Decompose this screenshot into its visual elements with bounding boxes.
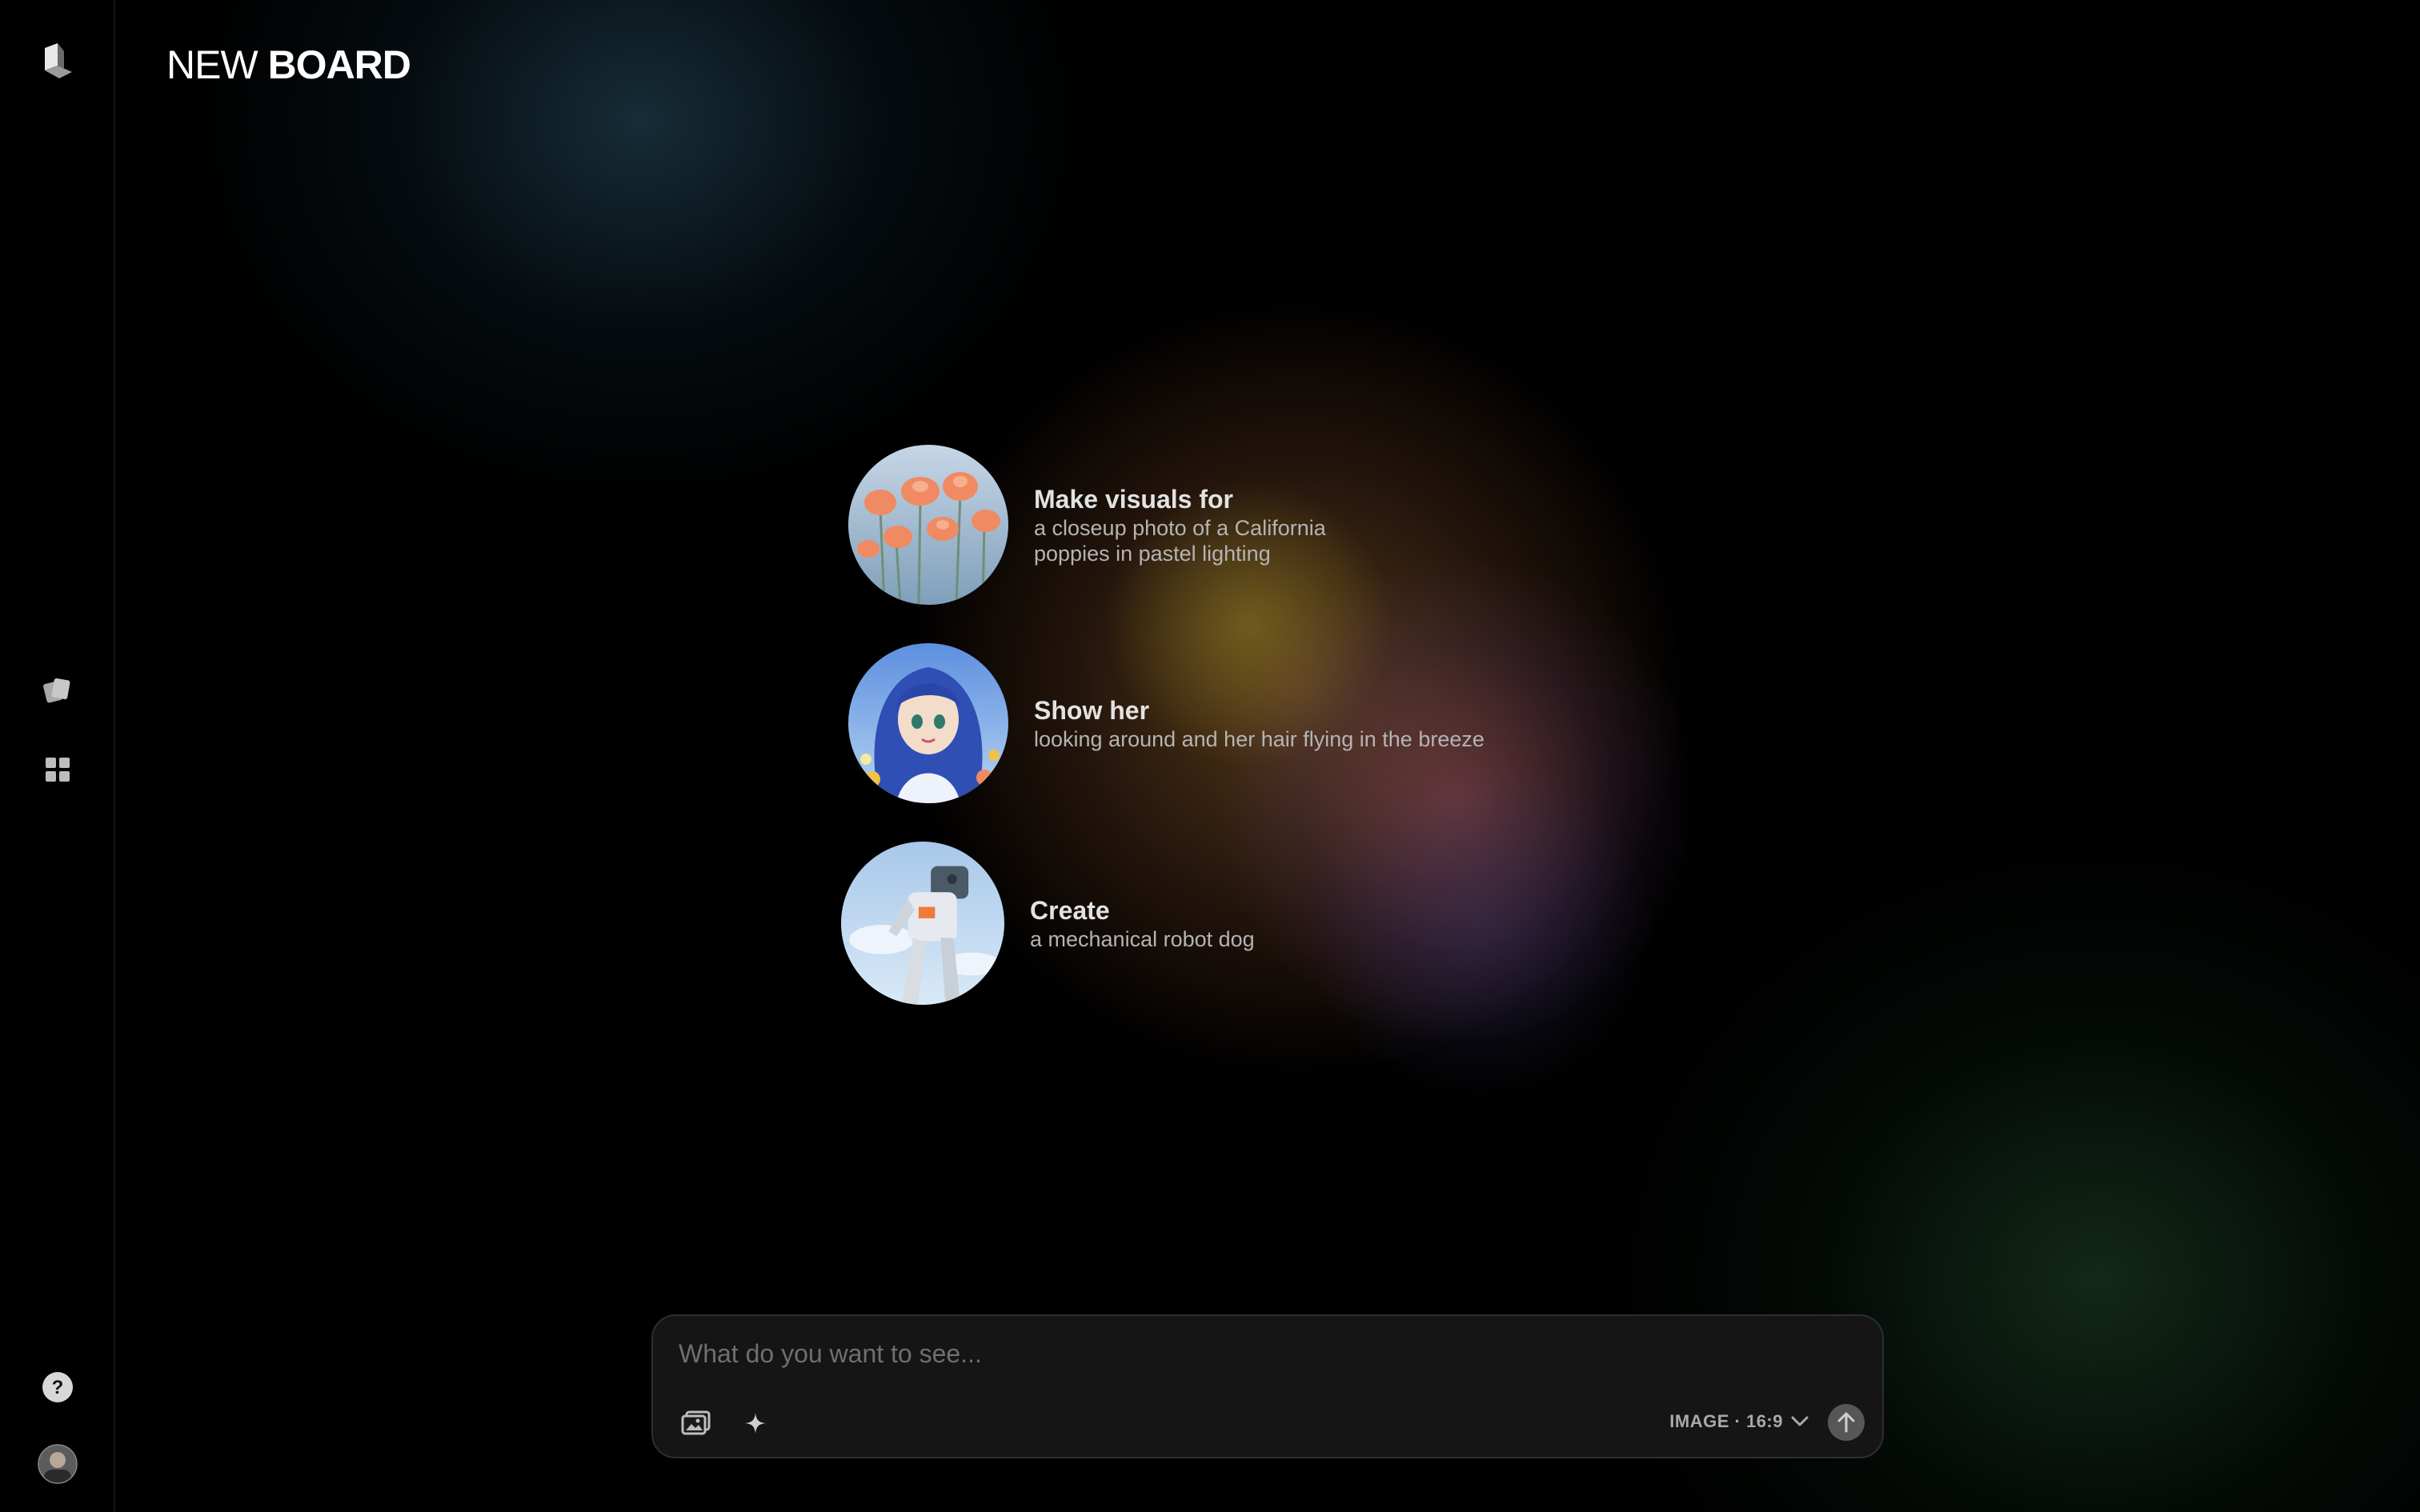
suggestion-anime-girl[interactable]: Show her looking around and her hair fly…	[848, 643, 1484, 803]
cards-icon[interactable]	[35, 667, 80, 712]
sidebar: ?	[0, 0, 115, 1512]
suggestion-title: Show her	[1034, 696, 1150, 725]
poppies-thumbnail	[848, 445, 1008, 605]
avatar[interactable]	[35, 1442, 80, 1486]
suggestion-text: Create a mechanical robot dog	[1030, 894, 1255, 952]
suggestion-subtitle: poppies in pastel lighting	[1034, 542, 1271, 566]
mode-label: IMAGE · 16:9	[1669, 1411, 1783, 1431]
sparkle-icon[interactable]	[736, 1404, 775, 1442]
help-icon[interactable]: ?	[35, 1365, 80, 1410]
send-arrow-icon	[1837, 1412, 1855, 1433]
suggestion-title: Create	[1030, 896, 1110, 925]
suggestion-subtitle: looking around and her hair flying in th…	[1034, 727, 1484, 751]
chevron-down-icon	[1791, 1416, 1809, 1426]
suggestion-title: Make visuals for	[1034, 485, 1233, 514]
background-glow	[1296, 760, 1665, 1096]
suggestion-text: Make visuals for a closeup photo of a Ca…	[1034, 483, 1326, 566]
svg-text:?: ?	[52, 1377, 64, 1398]
logo-icon[interactable]	[37, 42, 78, 83]
app-root: ? NEW BOARD Make visuals for a closeup p…	[0, 0, 2420, 1512]
robot-thumbnail	[841, 842, 1004, 1005]
suggestion-text: Show her looking around and her hair fly…	[1034, 694, 1484, 752]
suggestion-subtitle: a closeup photo of a California	[1034, 516, 1326, 540]
page-title-light: NEW	[166, 42, 258, 87]
suggestion-subtitle: a mechanical robot dog	[1030, 927, 1255, 951]
suggestion-poppies[interactable]: Make visuals for a closeup photo of a Ca…	[848, 445, 1326, 605]
suggestion-robot[interactable]: Create a mechanical robot dog	[841, 842, 1255, 1005]
grid-icon[interactable]	[35, 747, 80, 792]
mode-selector[interactable]: IMAGE · 16:9	[1669, 1406, 1809, 1438]
page-title-bold: BOARD	[267, 42, 411, 87]
image-upload-icon[interactable]	[677, 1404, 715, 1442]
prompt-input[interactable]	[679, 1334, 1847, 1374]
prompt-box: IMAGE · 16:9	[651, 1314, 1884, 1458]
anime-girl-thumbnail	[848, 643, 1008, 803]
send-button[interactable]	[1828, 1404, 1865, 1441]
page-title: NEW BOARD	[166, 42, 411, 88]
